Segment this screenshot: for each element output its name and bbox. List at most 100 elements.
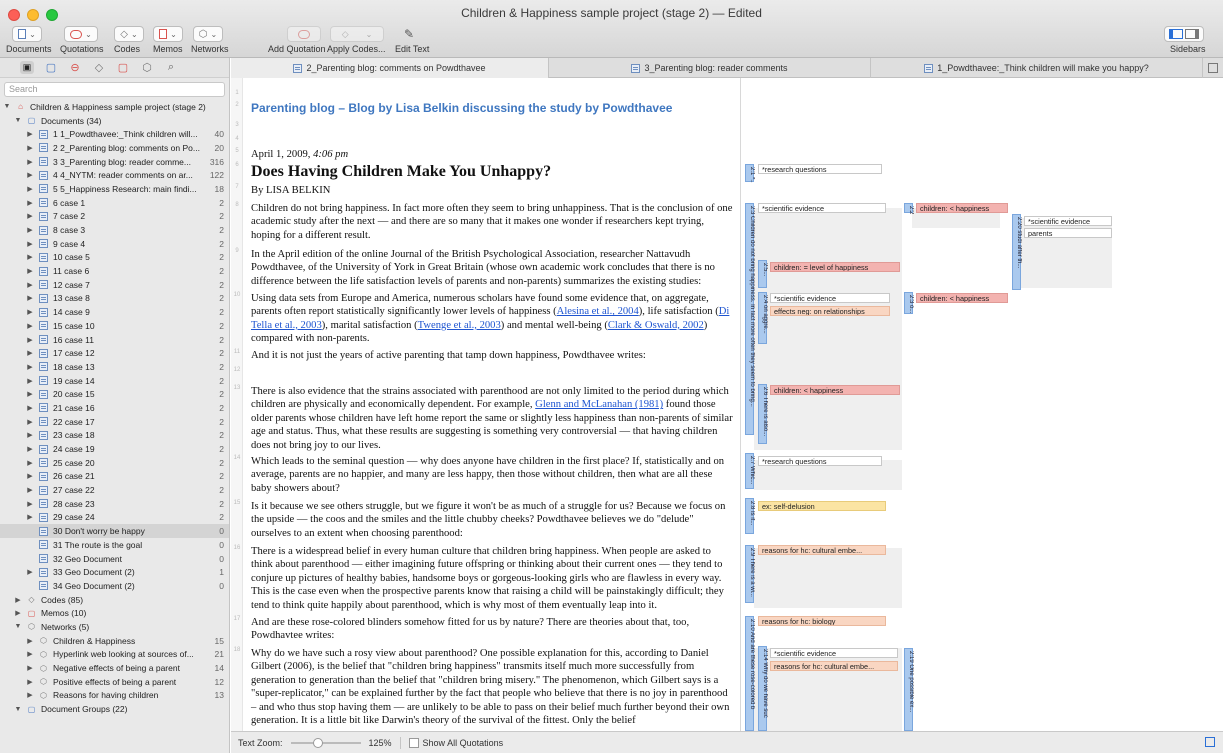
- network-item[interactable]: ▶ ⬡ Reasons for having children 13: [0, 689, 229, 703]
- document-item[interactable]: ▶ 19 case 14 2: [0, 374, 229, 388]
- networks-group[interactable]: ▼ ⬡ Networks (5): [0, 620, 229, 634]
- document-item[interactable]: ▶ 27 case 22 2: [0, 483, 229, 497]
- document-item[interactable]: 30 Don't worry be happy 0: [0, 524, 229, 538]
- search-input[interactable]: Search: [4, 82, 225, 97]
- document-item[interactable]: ▶ 29 case 24 2: [0, 511, 229, 525]
- tab-doc-3[interactable]: 3_Parenting blog: reader comments: [549, 58, 871, 78]
- document-item[interactable]: ▶ 2 2_Parenting blog: comments on Po... 20: [0, 141, 229, 155]
- document-item[interactable]: ▶ 24 case 19 2: [0, 442, 229, 456]
- disclosure-closed-icon[interactable]: ▶: [26, 431, 34, 439]
- disclosure-open-icon[interactable]: ▼: [3, 103, 11, 110]
- disclosure-closed-icon[interactable]: ▶: [26, 568, 34, 576]
- disclosure-open-icon[interactable]: ▼: [14, 623, 22, 630]
- disclosure-closed-icon[interactable]: ▶: [26, 390, 34, 398]
- code-tag[interactable]: ex: self-delusion: [758, 501, 886, 511]
- disclosure-closed-icon[interactable]: ▶: [26, 158, 34, 166]
- quotation-bar[interactable]: 2:1 *...: [745, 164, 755, 183]
- code-tag[interactable]: reasons for hc: biology: [758, 616, 886, 626]
- disclosure-closed-icon[interactable]: ▶: [26, 199, 34, 207]
- memo-icon[interactable]: ▢: [116, 61, 130, 74]
- memos-group[interactable]: ▶ ▢ Memos (10): [0, 606, 229, 620]
- document-item[interactable]: ▶ 5 5_Happiness Research: main findi... 18: [0, 182, 229, 196]
- disclosure-closed-icon[interactable]: ▶: [26, 322, 34, 330]
- apply-codes-button[interactable]: ◇ ⌄: [330, 26, 384, 42]
- quotation-bar[interactable]: 2:7 Whic...: [745, 453, 755, 489]
- citation-link[interactable]: Clark & Oswald, 2002: [608, 320, 704, 331]
- quotation-bar[interactable]: 2:19 One possible ex...: [904, 648, 914, 731]
- disclosure-closed-icon[interactable]: ▶: [26, 253, 34, 261]
- disclosure-closed-icon[interactable]: ▶: [26, 281, 34, 289]
- slider-thumb[interactable]: [312, 737, 323, 748]
- document-item[interactable]: ▶ 18 case 13 2: [0, 360, 229, 374]
- text-zoom-slider[interactable]: [290, 737, 361, 748]
- code-tag[interactable]: *scientific evidence: [758, 203, 886, 213]
- disclosure-closed-icon[interactable]: ▶: [26, 144, 34, 152]
- document-item[interactable]: ▶ 23 case 18 2: [0, 429, 229, 443]
- disclosure-closed-icon[interactable]: ▶: [26, 691, 34, 699]
- document-item[interactable]: ▶ 33 Geo Document (2) 1: [0, 565, 229, 579]
- code-tag[interactable]: reasons for hc: cultural embe...: [758, 545, 886, 555]
- disclosure-closed-icon[interactable]: ▶: [26, 513, 34, 521]
- panel-toggle-icon[interactable]: [1205, 737, 1215, 747]
- quotation-bar[interactable]: 2:8 Is it...: [745, 498, 755, 534]
- disclosure-closed-icon[interactable]: ▶: [26, 472, 34, 480]
- document-item[interactable]: ▶ 11 case 6 2: [0, 264, 229, 278]
- network-item[interactable]: ▶ ⬡ Negative effects of being a parent 14: [0, 661, 229, 675]
- disclosure-closed-icon[interactable]: ▶: [26, 240, 34, 248]
- network-icon[interactable]: ⬡: [140, 61, 154, 74]
- codes-button[interactable]: ◇ ⌄: [114, 26, 144, 42]
- code-tag[interactable]: children: < happiness: [916, 203, 1008, 213]
- code-tag[interactable]: *scientific evidence: [770, 293, 890, 303]
- document-item[interactable]: ▶ 8 case 3 2: [0, 223, 229, 237]
- left-sidebar-icon[interactable]: [1169, 29, 1183, 39]
- code-tag[interactable]: *research questions: [758, 164, 882, 174]
- disclosure-closed-icon[interactable]: ▶: [26, 294, 34, 302]
- quotation-bar[interactable]: 2:6 There is also...: [758, 384, 768, 444]
- document-view[interactable]: 1 2 3 4 5 6 7 8 9 10 11 12 13 14 15 16 17 18 Parenting bl…: [231, 78, 741, 731]
- quotation-bar[interactable]: 2:20 studi after th...: [1012, 214, 1022, 290]
- document-groups-group[interactable]: ▼ ▢ Document Groups (22): [0, 702, 229, 716]
- document-item[interactable]: ▶ 10 case 5 2: [0, 251, 229, 265]
- code-tag[interactable]: *research questions: [758, 456, 882, 466]
- quotation-bar[interactable]: 2:4 on aggre...: [758, 292, 768, 344]
- documents-group[interactable]: ▼ ▢ Documents (34): [0, 114, 229, 128]
- disclosure-closed-icon[interactable]: ▶: [26, 486, 34, 494]
- quotation-bar[interactable]: 2:3 Children do not bring happiness. In …: [745, 203, 755, 435]
- document-item[interactable]: ▶ 4 4_NYTM: reader comments on ar... 122: [0, 168, 229, 182]
- project-icon[interactable]: ▣: [20, 61, 34, 74]
- disclosure-closed-icon[interactable]: ▶: [26, 418, 34, 426]
- quotation-bar[interactable]: 2:14 Why do we have suc: [758, 646, 768, 731]
- document-item[interactable]: ▶ 28 case 23 2: [0, 497, 229, 511]
- quotation-bar[interactable]: 2:10 And are these rose-colored b: [745, 616, 755, 731]
- disclosure-closed-icon[interactable]: ▶: [26, 445, 34, 453]
- document-item[interactable]: ▶ 7 case 2 2: [0, 210, 229, 224]
- disclosure-open-icon[interactable]: ▼: [14, 706, 22, 713]
- quotation-icon[interactable]: ⊖: [68, 61, 82, 74]
- disclosure-closed-icon[interactable]: ▶: [26, 212, 34, 220]
- disclosure-closed-icon[interactable]: ▶: [26, 185, 34, 193]
- disclosure-closed-icon[interactable]: ▶: [26, 171, 34, 179]
- document-item[interactable]: ▶ 20 case 15 2: [0, 387, 229, 401]
- tab-doc-1[interactable]: 1_Powdthavee:_Think children will make y…: [871, 58, 1203, 78]
- code-tag[interactable]: *scientific evidence: [1024, 216, 1112, 226]
- document-item[interactable]: ▶ 26 case 21 2: [0, 470, 229, 484]
- disclosure-closed-icon[interactable]: ▶: [14, 596, 22, 604]
- disclosure-closed-icon[interactable]: ▶: [26, 459, 34, 467]
- code-tag[interactable]: children: = level of happiness: [770, 262, 900, 272]
- network-item[interactable]: ▶ ⬡ Children & Happiness 15: [0, 634, 229, 648]
- document-item[interactable]: ▶ 14 case 9 2: [0, 305, 229, 319]
- document-icon[interactable]: ▢: [44, 61, 58, 74]
- code-tag[interactable]: children: < happiness: [916, 293, 1008, 303]
- document-item[interactable]: ▶ 12 case 7 2: [0, 278, 229, 292]
- networks-button[interactable]: ⬡ ⌄: [193, 26, 223, 42]
- document-item[interactable]: 32 Geo Document 0: [0, 552, 229, 566]
- document-item[interactable]: ▶ 25 case 20 2: [0, 456, 229, 470]
- disclosure-closed-icon[interactable]: ▶: [26, 349, 34, 357]
- search-icon[interactable]: ⌕: [164, 61, 178, 74]
- document-item[interactable]: ▶ 6 case 1 2: [0, 196, 229, 210]
- quotations-button[interactable]: ⌄: [64, 26, 98, 42]
- tab-doc-2[interactable]: 2_Parenting blog: comments on Powdthavee: [231, 58, 549, 78]
- disclosure-closed-icon[interactable]: ▶: [26, 377, 34, 385]
- network-item[interactable]: ▶ ⬡ Hyperlink web looking at sources of...…: [0, 648, 229, 662]
- disclosure-closed-icon[interactable]: ▶: [26, 226, 34, 234]
